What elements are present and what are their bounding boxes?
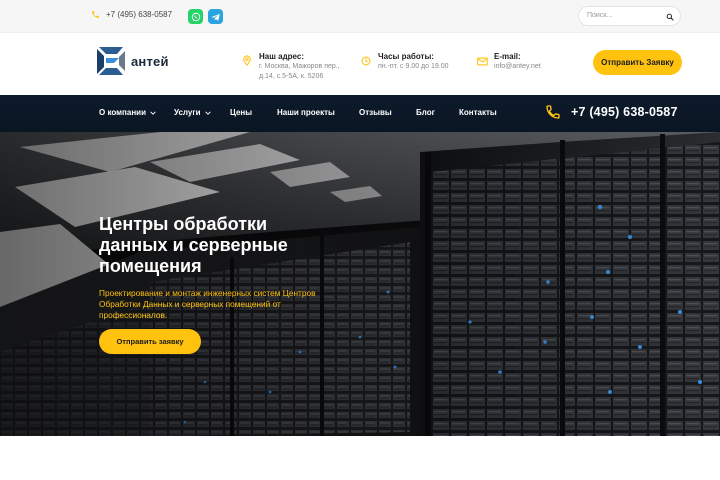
server-room-background (0, 132, 720, 436)
nav-phone[interactable]: +7 (495) 638-0587 (545, 104, 678, 120)
nav-item-label: Наши проекты (277, 108, 335, 117)
nav-item-reviews[interactable]: Отзывы (359, 108, 392, 117)
map-pin-icon (243, 55, 251, 66)
nav-item-label: Цены (230, 108, 253, 117)
nav-item-label: Контакты (459, 108, 497, 117)
whatsapp-button[interactable] (188, 9, 203, 24)
address-block: Наш адрес: г. Москва, Мажоров пер., д.14… (242, 52, 340, 81)
nav-item-label: Отзывы (359, 108, 392, 117)
nav-item-prices[interactable]: Цены (230, 108, 252, 117)
chevron-down-icon (204, 110, 211, 115)
search-icon (666, 13, 674, 21)
nav-item-label: Услуги (174, 108, 201, 117)
search-button[interactable] (664, 11, 675, 22)
nav-phone-number: +7 (495) 638-0587 (571, 105, 678, 119)
nav-item-label: О компании (99, 108, 146, 117)
search-box (578, 6, 681, 26)
nav-item-projects[interactable]: Наши проекты (277, 108, 335, 117)
send-request-button[interactable]: Отправить Заявку (593, 50, 682, 75)
nav-item-blog[interactable]: Блог (416, 108, 435, 117)
email-link[interactable]: info@antey.net (494, 62, 541, 72)
hours-block: Часы работы: пн.-пт. с 9.00 до 19.00 (361, 52, 449, 72)
top-bar: +7 (495) 638-0587 (0, 0, 720, 33)
whatsapp-icon (191, 12, 200, 21)
nav-item-label: Блог (416, 108, 435, 117)
hours-title: Часы работы: (378, 52, 434, 61)
hours-text: пн.-пт. с 9.00 до 19.00 (378, 63, 449, 70)
nav-item-about[interactable]: О компании (99, 108, 156, 117)
envelope-icon (477, 57, 488, 66)
telegram-button[interactable] (208, 9, 223, 24)
address-line-2: д.14, с.5-5А, к. 5206 (259, 72, 324, 80)
site-header: антей Наш адрес: г. Москва, Мажоров пер.… (0, 33, 720, 95)
top-phone-number: +7 (495) 638-0587 (106, 10, 173, 19)
nav-item-services[interactable]: Услуги (174, 108, 211, 117)
hero-title: Центры обработки данных и серверные поме… (99, 214, 288, 276)
email-title: E-mail: (494, 52, 521, 61)
logo[interactable]: антей (95, 45, 169, 77)
telegram-icon (211, 13, 220, 21)
phone-icon (546, 105, 560, 119)
hero-send-request-button[interactable]: Отправить заявку (99, 329, 201, 354)
phone-icon (92, 11, 99, 18)
nav-item-contacts[interactable]: Контакты (459, 108, 497, 117)
email-block: E-mail: info@antey.net (477, 52, 541, 72)
logo-icon (97, 47, 125, 75)
clock-icon (361, 56, 371, 66)
top-phone[interactable]: +7 (495) 638-0587 (91, 10, 172, 19)
chevron-down-icon (150, 110, 156, 115)
main-nav: О компании Услуги Цены Наши проекты Отзы… (0, 95, 720, 132)
search-input[interactable] (587, 12, 659, 19)
hero-subtitle: Проектирование и монтаж инженерных систе… (99, 288, 316, 320)
logo-text: антей (131, 53, 169, 69)
address-line-1: г. Москва, Мажоров пер., (259, 63, 340, 70)
address-title: Наш адрес: (259, 52, 304, 61)
hero-section: Центры обработки данных и серверные поме… (0, 132, 720, 436)
